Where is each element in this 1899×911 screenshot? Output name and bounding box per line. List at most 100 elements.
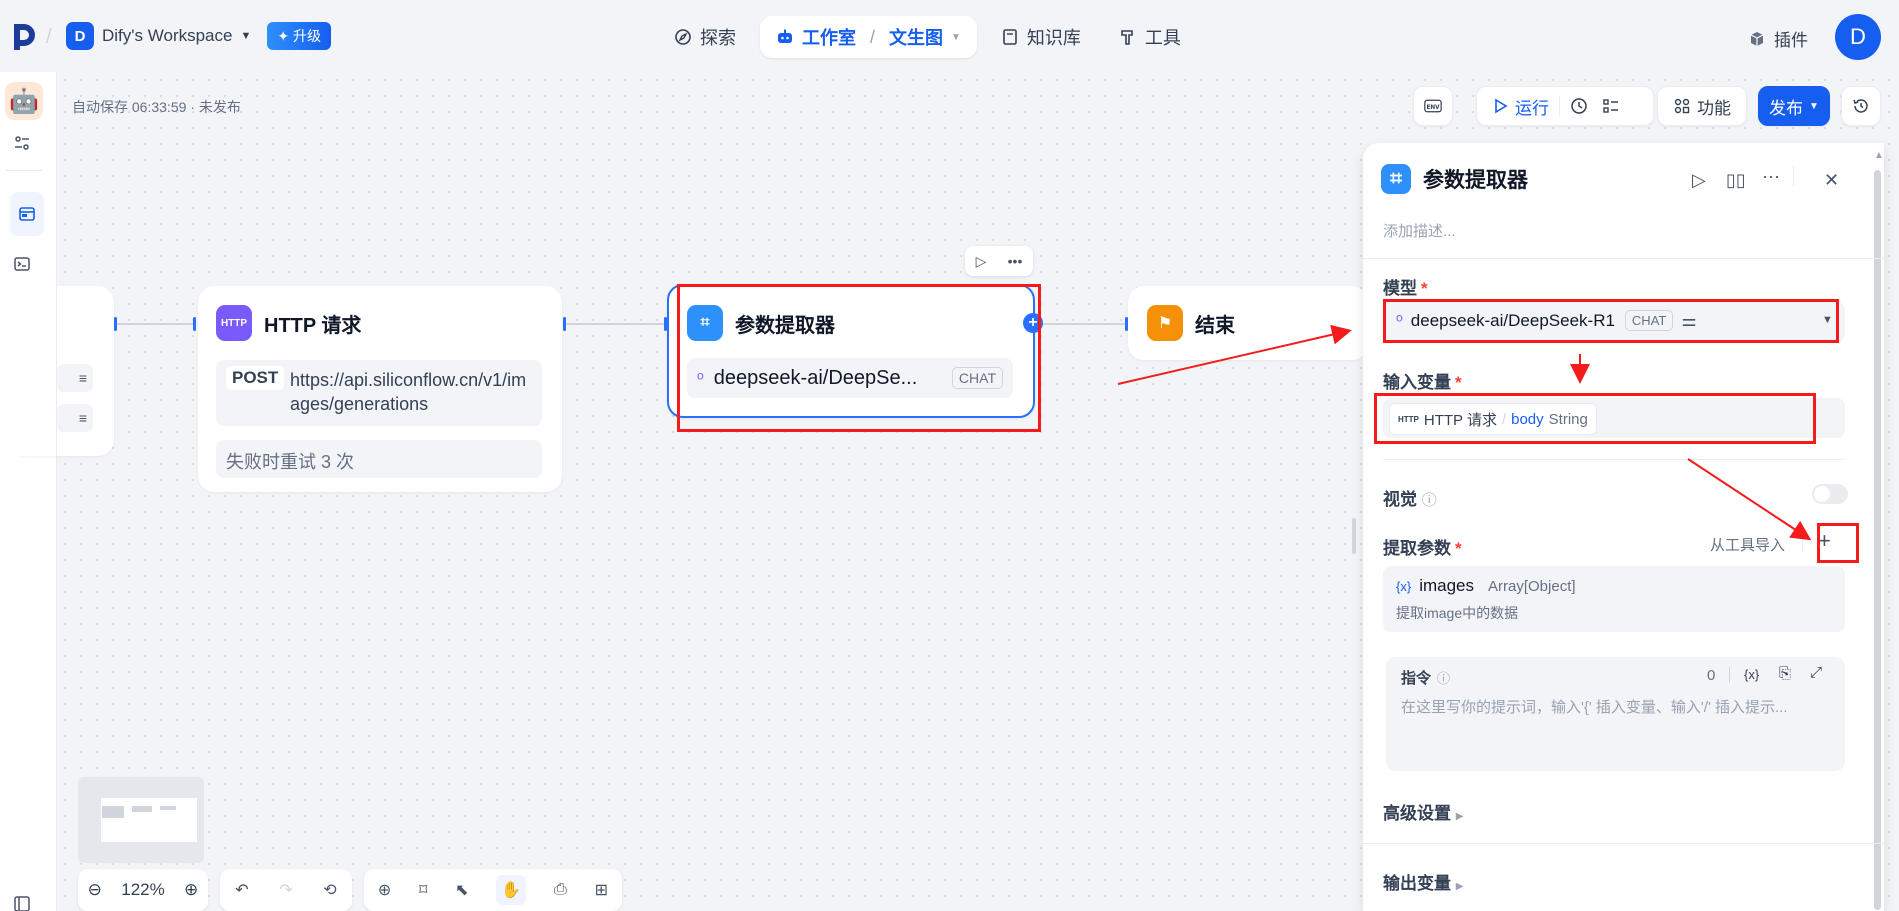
redo-icon[interactable]: ↷ (279, 880, 292, 900)
history-controls: ↶ ↷ ⟲ (220, 869, 352, 911)
sidebar-divider (6, 170, 42, 171)
top-bar: / D Dify's Workspace ▼ ✦ 升级 探索 工作室 / 文生图… (0, 0, 1899, 72)
nav-knowledge-label: 知识库 (1026, 28, 1081, 48)
target-handle[interactable] (1125, 317, 1128, 331)
http-icon: HTTP (216, 305, 252, 341)
panel-scrollbar[interactable] (1874, 170, 1881, 910)
upgrade-button[interactable]: ✦ 升级 (267, 22, 331, 50)
history-icon (1853, 99, 1868, 113)
publish-button[interactable]: 发布 ▼ (1758, 86, 1830, 126)
description-input[interactable]: 添加描述... (1383, 220, 1456, 241)
run-node-icon[interactable]: ▷ (1692, 170, 1706, 191)
grid-icon (1674, 98, 1690, 114)
panel-resize-handle[interactable] (1352, 518, 1356, 554)
checklist-icon[interactable] (1602, 97, 1620, 115)
dify-logo[interactable] (12, 22, 38, 52)
http-node-header: HTTP HTTP 请求 (216, 305, 361, 341)
source-handle[interactable] (114, 317, 117, 331)
insert-variable-icon[interactable]: {x} (1744, 667, 1759, 682)
run-button[interactable]: 运行 (1491, 94, 1549, 119)
book-icon (1003, 29, 1017, 45)
nav-separator: / (870, 26, 876, 47)
hand-icon[interactable]: ✋ (496, 875, 527, 905)
chevron-down-icon: ▼ (240, 30, 252, 42)
autosave-status: 自动保存 06:33:59 · 未发布 (72, 99, 241, 115)
add-node-icon[interactable]: ⊕ (378, 880, 391, 900)
divider (1363, 258, 1884, 259)
docs-icon[interactable]: ▯▯ (1726, 170, 1746, 191)
expand-icon[interactable]: ⤢ (1810, 664, 1822, 681)
close-icon[interactable]: ✕ (1824, 170, 1839, 191)
export-image-icon[interactable]: ⎙ (554, 881, 567, 899)
chevron-down-icon[interactable]: ▼ (951, 32, 961, 43)
undo-icon[interactable]: ↶ (235, 880, 248, 900)
panel-title[interactable]: 参数提取器 (1423, 164, 1528, 194)
copy-icon[interactable]: ⎘ (1779, 665, 1791, 682)
organize-blocks-icon[interactable]: ⊞ (595, 880, 608, 900)
history-icon[interactable]: ⟲ (323, 880, 336, 900)
nav-studio[interactable]: 工作室 / 文生图 ▼ (760, 16, 977, 58)
vision-toggle[interactable] (1812, 484, 1848, 504)
instruction-header: 指令 ⓘ (1401, 667, 1450, 688)
divider (1383, 459, 1845, 460)
more-icon[interactable]: ··· (1762, 166, 1780, 187)
param-item-header: {x} images Array[Object] (1396, 576, 1576, 596)
user-avatar[interactable]: D (1835, 14, 1881, 60)
node-hover-toolbar: ▷ ••• (965, 246, 1033, 276)
sidebar-item-api[interactable] (9, 251, 35, 277)
nav-explore[interactable]: 探索 (660, 16, 750, 58)
nav-explore-label: 探索 (700, 28, 736, 48)
http-url: https://api.siliconflow.cn/v1/images/gen… (290, 370, 527, 414)
scroll-up-icon[interactable]: ▲ (1874, 150, 1884, 161)
target-handle[interactable] (193, 317, 196, 331)
help-icon[interactable]: ⓘ (1422, 492, 1437, 509)
workspace-badge: D (66, 22, 94, 50)
http-method-badge: POST (226, 366, 285, 390)
plugins-button[interactable]: 插件 (1748, 26, 1808, 51)
annotation-box (677, 284, 1041, 432)
run-node-icon[interactable]: ▷ (976, 253, 987, 270)
http-request-summary: POST https://api.siliconflow.cn/v1/image… (216, 360, 542, 426)
app-icon[interactable]: 🤖 (5, 82, 43, 120)
target-handle[interactable] (664, 317, 667, 331)
compass-icon (675, 29, 691, 45)
canvas-tools: ⊕ ⌑ ⬉ ✋ ⎙ ⊞ (364, 869, 622, 911)
instruction-placeholder[interactable]: 在这里写你的提示词，输入'{' 插入变量、输入'/' 插入提示... (1401, 696, 1833, 717)
nav-studio-label: 工作室 (802, 28, 856, 48)
publish-label: 发布 (1769, 98, 1804, 118)
param-type: Array[Object] (1488, 577, 1576, 595)
sidebar-collapse-icon[interactable] (9, 891, 35, 911)
import-from-tool-button[interactable]: 从工具导入 (1710, 534, 1785, 555)
more-icon[interactable]: ••• (1008, 253, 1023, 269)
features-button[interactable]: 功能 (1657, 86, 1747, 126)
run-history-icon[interactable] (1570, 97, 1588, 115)
zoom-in-icon[interactable]: ⊕ (184, 880, 198, 900)
nav-tools[interactable]: 工具 (1105, 16, 1195, 58)
zoom-out-icon[interactable]: ⊖ (88, 880, 102, 900)
play-icon (1495, 98, 1508, 114)
retry-info: 失败时重试 3 次 (216, 440, 542, 478)
output-variables-toggle[interactable]: 输出变量 ▶ (1383, 869, 1463, 894)
source-handle[interactable] (563, 317, 566, 331)
env-button[interactable]: ENV (1413, 86, 1453, 126)
run-group: 运行 (1476, 86, 1654, 126)
nav-app-label[interactable]: 文生图 (889, 24, 943, 50)
caret-right-icon: ▶ (1455, 881, 1464, 892)
chevron-down-icon: ▼ (1809, 100, 1819, 112)
advanced-settings-toggle[interactable]: 高级设置 ▶ (1383, 799, 1463, 824)
robot-icon (778, 29, 792, 43)
help-icon[interactable]: ⓘ (1437, 668, 1450, 687)
param-description: 提取image中的数据 (1396, 605, 1519, 621)
app-settings-icon[interactable] (9, 130, 35, 156)
zoom-level[interactable]: 122% (121, 880, 164, 900)
version-history-button[interactable] (1841, 86, 1881, 126)
start-variable-row: ≡ (57, 404, 93, 432)
nav-knowledge[interactable]: 知识库 (987, 16, 1095, 58)
pointer-icon[interactable]: ⬉ (455, 880, 468, 900)
app-sidebar: 🤖 (0, 72, 57, 911)
extract-params-label: 提取参数 * (1383, 539, 1462, 558)
sidebar-item-orchestrate[interactable] (10, 192, 44, 236)
workspace-switcher[interactable]: D Dify's Workspace ▼ ✦ 升级 (66, 22, 331, 50)
extractor-icon: ⌗ (1381, 164, 1411, 194)
add-note-icon[interactable]: ⌑ (419, 880, 427, 900)
